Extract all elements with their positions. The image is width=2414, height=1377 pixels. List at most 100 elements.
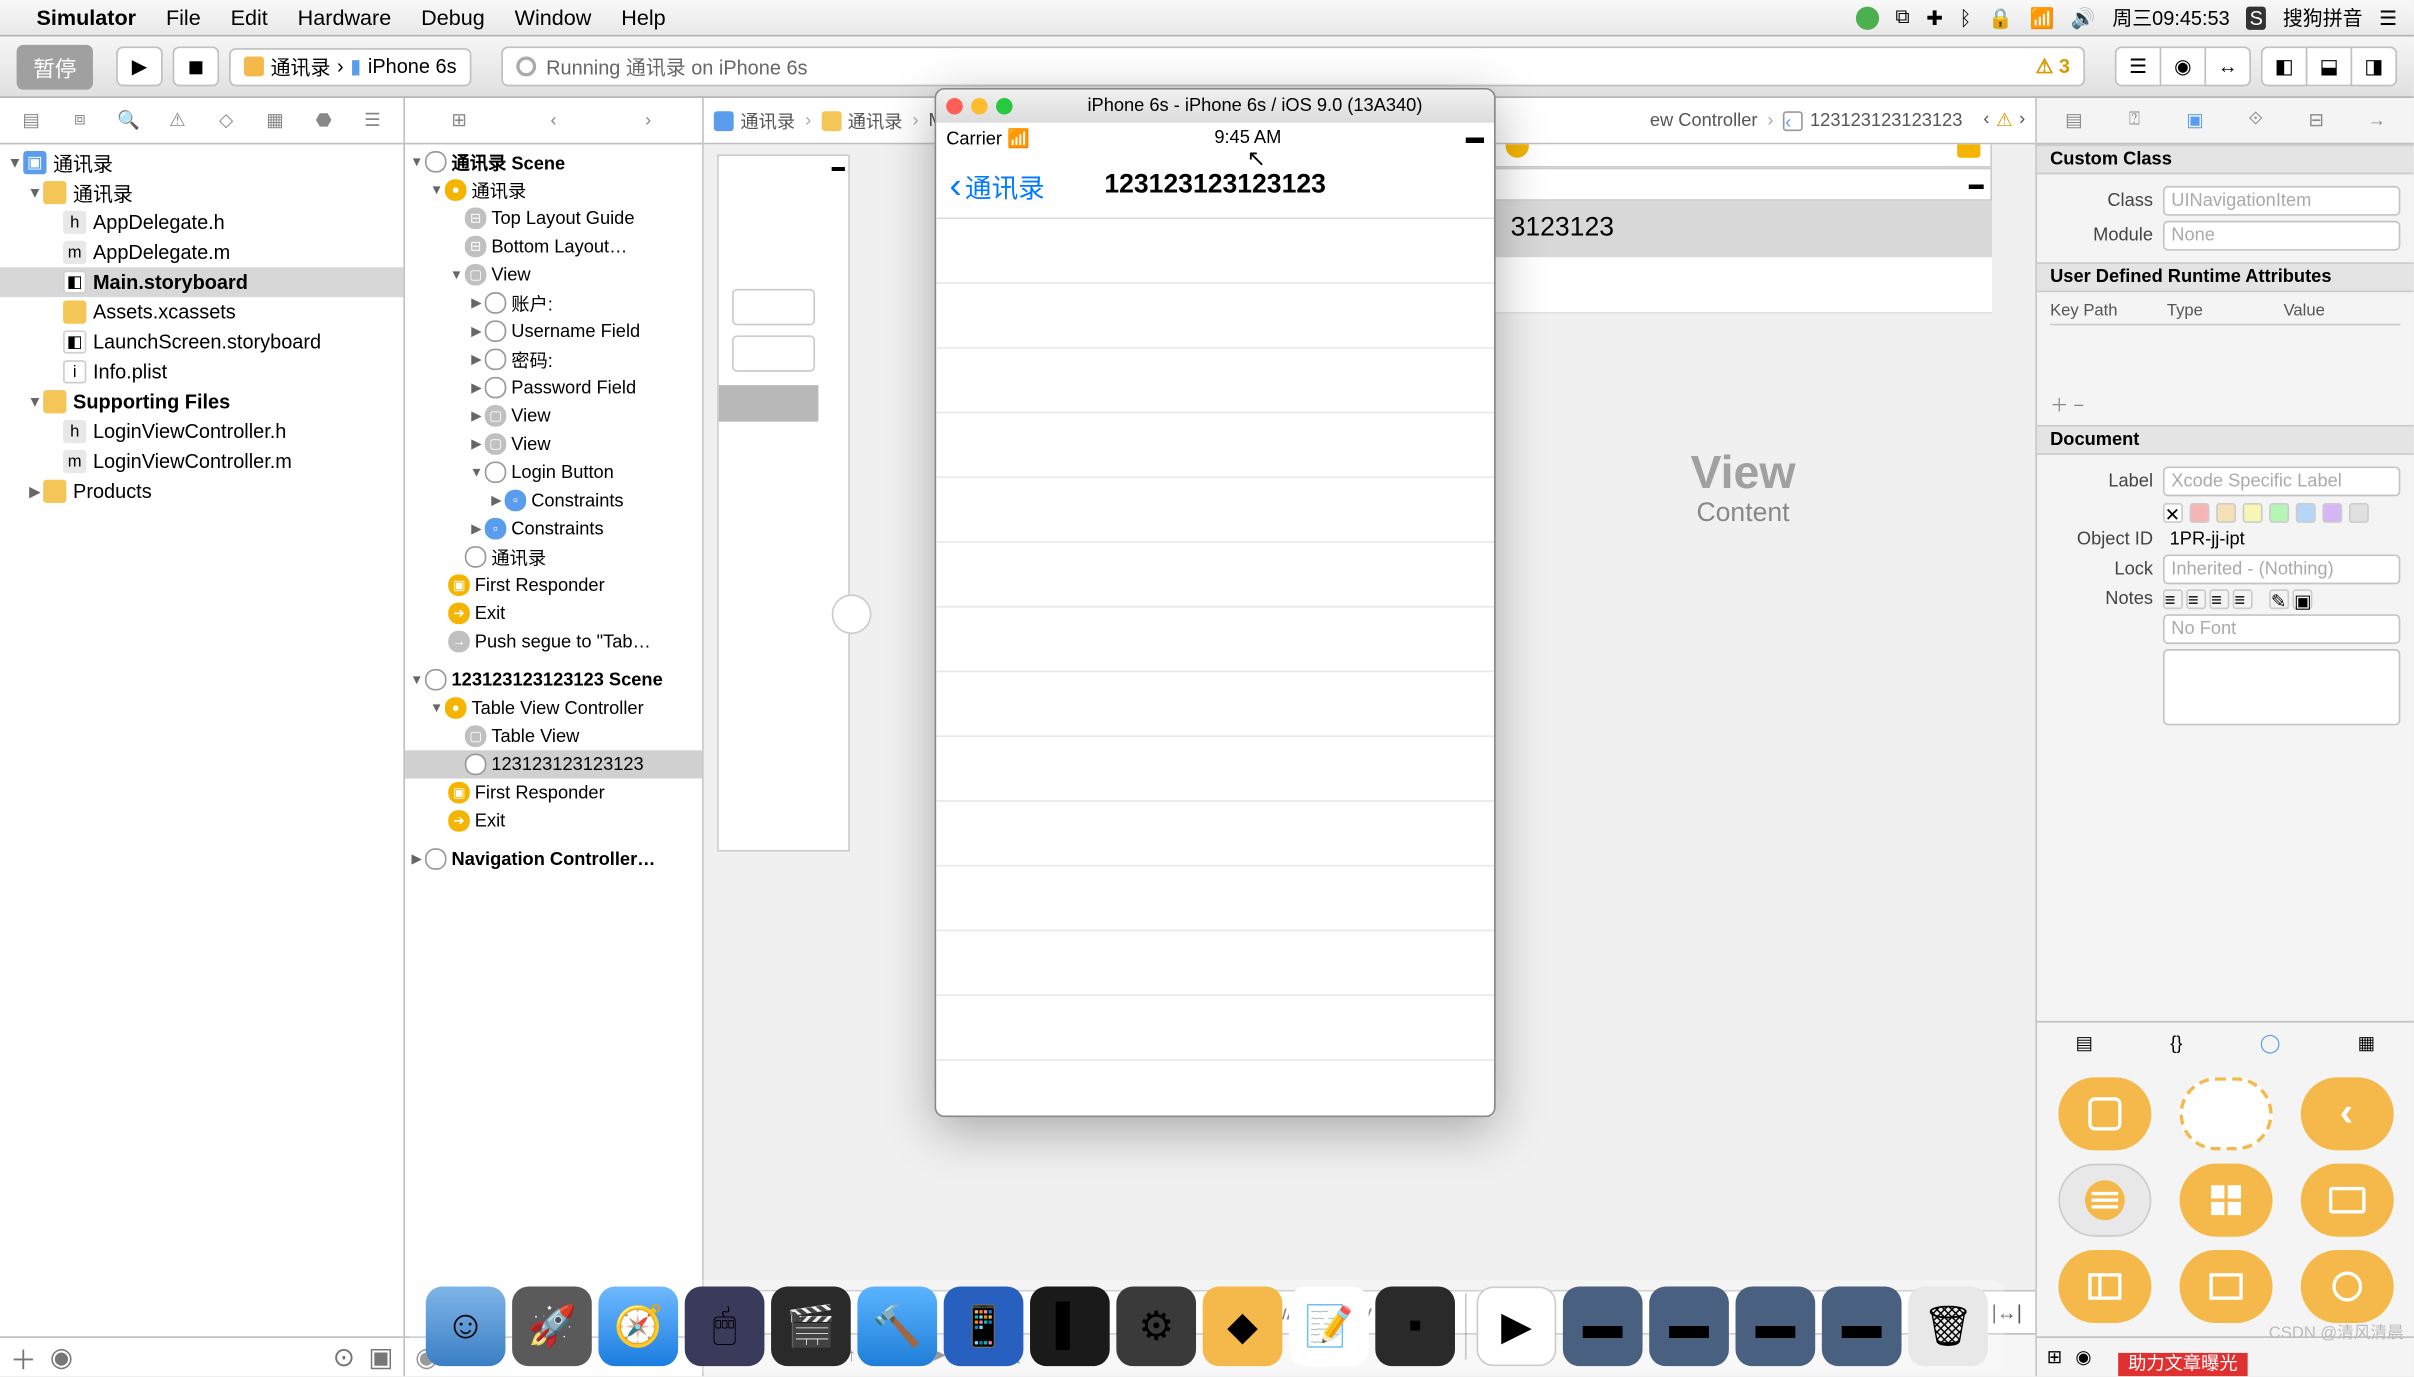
scm-icon[interactable]: ▣ (368, 1340, 393, 1373)
constraints-node[interactable]: ▶▫Constraints (405, 515, 702, 543)
outline-grid-icon[interactable]: ⊞ (444, 105, 474, 135)
scene-node[interactable]: ▼123123123123123 Scene (405, 666, 702, 694)
view-node[interactable]: ▶▢View (405, 430, 702, 458)
notes-icon[interactable]: 📝 (1289, 1287, 1369, 1367)
warning-badge[interactable]: ⚠ 3 (2036, 55, 2070, 78)
trash-icon[interactable]: 🗑 (1908, 1287, 1988, 1367)
constraints-node[interactable]: ▶▫Constraints (405, 486, 702, 514)
video-app-icon[interactable]: 🎬 (771, 1287, 851, 1367)
minimized-window-icon[interactable]: ▬ (1736, 1287, 1816, 1367)
ime-label[interactable]: 搜狗拼音 (2283, 3, 2363, 31)
align-right-icon[interactable]: ≡ (2209, 589, 2229, 609)
menu-app[interactable]: Simulator (37, 5, 137, 30)
align-justify-icon[interactable]: ≡ (2233, 589, 2253, 609)
layout-guide-node[interactable]: ⊟Bottom Layout… (405, 232, 702, 260)
project-root[interactable]: ▼▣通讯录 (0, 148, 403, 178)
debug-tab[interactable]: ▦ (260, 105, 290, 135)
file-inspector-tab[interactable]: ▤ (2057, 104, 2090, 137)
settings-icon[interactable]: ⚙ (1116, 1287, 1196, 1367)
table-row[interactable] (936, 931, 1494, 996)
swatch-purple[interactable] (2322, 503, 2342, 523)
project-tab[interactable]: ▤ (16, 105, 46, 135)
vc-node[interactable]: ▼●通讯录 (405, 176, 702, 204)
tvc-node[interactable]: ▼●Table View Controller (405, 694, 702, 722)
lock-icon[interactable]: 🔒 (1988, 6, 2013, 29)
table-row[interactable] (936, 478, 1494, 543)
add-attr-button[interactable]: ＋ − (2050, 392, 2400, 419)
media-app-icon[interactable]: ▶ (1477, 1287, 1557, 1367)
add-button[interactable]: ＋ (10, 1337, 37, 1377)
run-button[interactable]: ▶ (116, 46, 162, 86)
swatch-yellow[interactable] (2243, 503, 2263, 523)
table-row[interactable] (936, 867, 1494, 932)
standard-editor-button[interactable]: ☰ (2115, 46, 2161, 86)
table-row[interactable] (936, 672, 1494, 737)
lib-pageview[interactable] (2179, 1250, 2272, 1323)
conn-inspector-tab[interactable]: → (2360, 104, 2393, 137)
help-inspector-tab[interactable]: ⍰ (2118, 104, 2151, 137)
test-tab[interactable]: ◇ (211, 105, 241, 135)
issue-tab[interactable]: ⚠ (162, 105, 192, 135)
close-icon[interactable] (946, 98, 963, 115)
code-lib-tab[interactable]: {} (2170, 1033, 2182, 1053)
list-view-icon[interactable]: ◉ (2075, 1346, 2091, 1368)
vc-dock-icon[interactable] (1506, 144, 1529, 157)
swatch-gray[interactable] (2349, 503, 2369, 523)
scene-header[interactable] (1494, 144, 1992, 167)
stop-button[interactable]: ◼ (173, 46, 219, 86)
lib-placeholder[interactable] (2179, 1077, 2272, 1150)
file-row-selected[interactable]: ◧Main.storyboard (0, 267, 403, 297)
table-row[interactable] (936, 219, 1494, 284)
assistant-editor-button[interactable]: ◉ (2160, 46, 2206, 86)
right-panel-button[interactable]: ◨ (2351, 46, 2397, 86)
lib-splitview[interactable] (2058, 1250, 2151, 1323)
dropbox-icon[interactable]: ⧉ (1895, 5, 1909, 30)
label-node[interactable]: ▶L密码: (405, 345, 702, 373)
notification-icon[interactable]: ☰ (2379, 6, 2397, 29)
doclabel-field[interactable]: Xcode Specific Label (2163, 466, 2400, 496)
sim-screen[interactable]: Carrier 📶 9:45 AM ▬ ‹通讯录 123123123123123 (936, 123, 1494, 1116)
font-field[interactable]: No Font (2163, 614, 2400, 644)
scheme-selector[interactable]: 通讯录 › ▮ iPhone 6s (229, 47, 471, 85)
view-node[interactable]: ▶▢View (405, 402, 702, 430)
class-field[interactable]: UINavigationItem (2163, 186, 2400, 216)
file-row[interactable]: Assets.xcassets (0, 297, 403, 327)
recent-icon[interactable]: ⊙ (333, 1340, 355, 1373)
navcontroller-node[interactable]: ▶Navigation Controller… (405, 845, 702, 873)
file-lib-tab[interactable]: ▤ (2076, 1033, 2093, 1055)
file-row[interactable]: ◧LaunchScreen.storyboard (0, 327, 403, 357)
promo-banner[interactable]: 助力文章曝光 (2118, 1353, 2247, 1376)
table-row[interactable] (936, 284, 1494, 349)
table-row[interactable] (936, 543, 1494, 608)
identity-inspector-tab[interactable]: ▣ (2178, 104, 2211, 137)
lib-glkit[interactable] (2300, 1250, 2393, 1323)
file-row[interactable]: mAppDelegate.m (0, 237, 403, 267)
minimized-window-icon[interactable]: ▬ (1822, 1287, 1902, 1367)
terminal-icon[interactable]: ▌ (1030, 1287, 1110, 1367)
crumb-item[interactable]: ‹123123123123123 (1783, 110, 1962, 130)
module-field[interactable]: None (2163, 221, 2400, 251)
swatch-blue[interactable] (2296, 503, 2316, 523)
products-folder[interactable]: ▶Products (0, 476, 403, 506)
table-row[interactable] (936, 413, 1494, 478)
first-responder-node[interactable]: ▣First Responder (405, 571, 702, 599)
label-node[interactable]: ▶L账户: (405, 289, 702, 317)
table-row[interactable] (936, 996, 1494, 1061)
lock-field[interactable]: Inherited - (Nothing) (2163, 554, 2400, 584)
jump-back-icon[interactable]: ‹ (1983, 110, 1989, 132)
notes-textarea[interactable] (2163, 649, 2400, 725)
report-tab[interactable]: ☰ (357, 105, 387, 135)
first-responder-node[interactable]: ▣First Responder (405, 779, 702, 807)
login-scene-mock[interactable]: ▬ (717, 154, 850, 851)
tableview-node[interactable]: ▢Table View (405, 722, 702, 750)
nav-title-mock[interactable]: 3123123 (1494, 201, 1992, 257)
size-inspector-tab[interactable]: ⊟ (2300, 104, 2333, 137)
launchpad-icon[interactable]: 🚀 (512, 1287, 592, 1367)
swatch-red[interactable] (2190, 503, 2210, 523)
table-row[interactable] (936, 802, 1494, 867)
lib-tableview[interactable] (2058, 1164, 2151, 1237)
mouse-app-icon[interactable]: 🖱 (685, 1287, 765, 1367)
group-folder[interactable]: ▼通讯录 (0, 178, 403, 208)
safari-icon[interactable]: 🧭 (598, 1287, 678, 1367)
layout-guide-node[interactable]: ⊟Top Layout Guide (405, 204, 702, 232)
